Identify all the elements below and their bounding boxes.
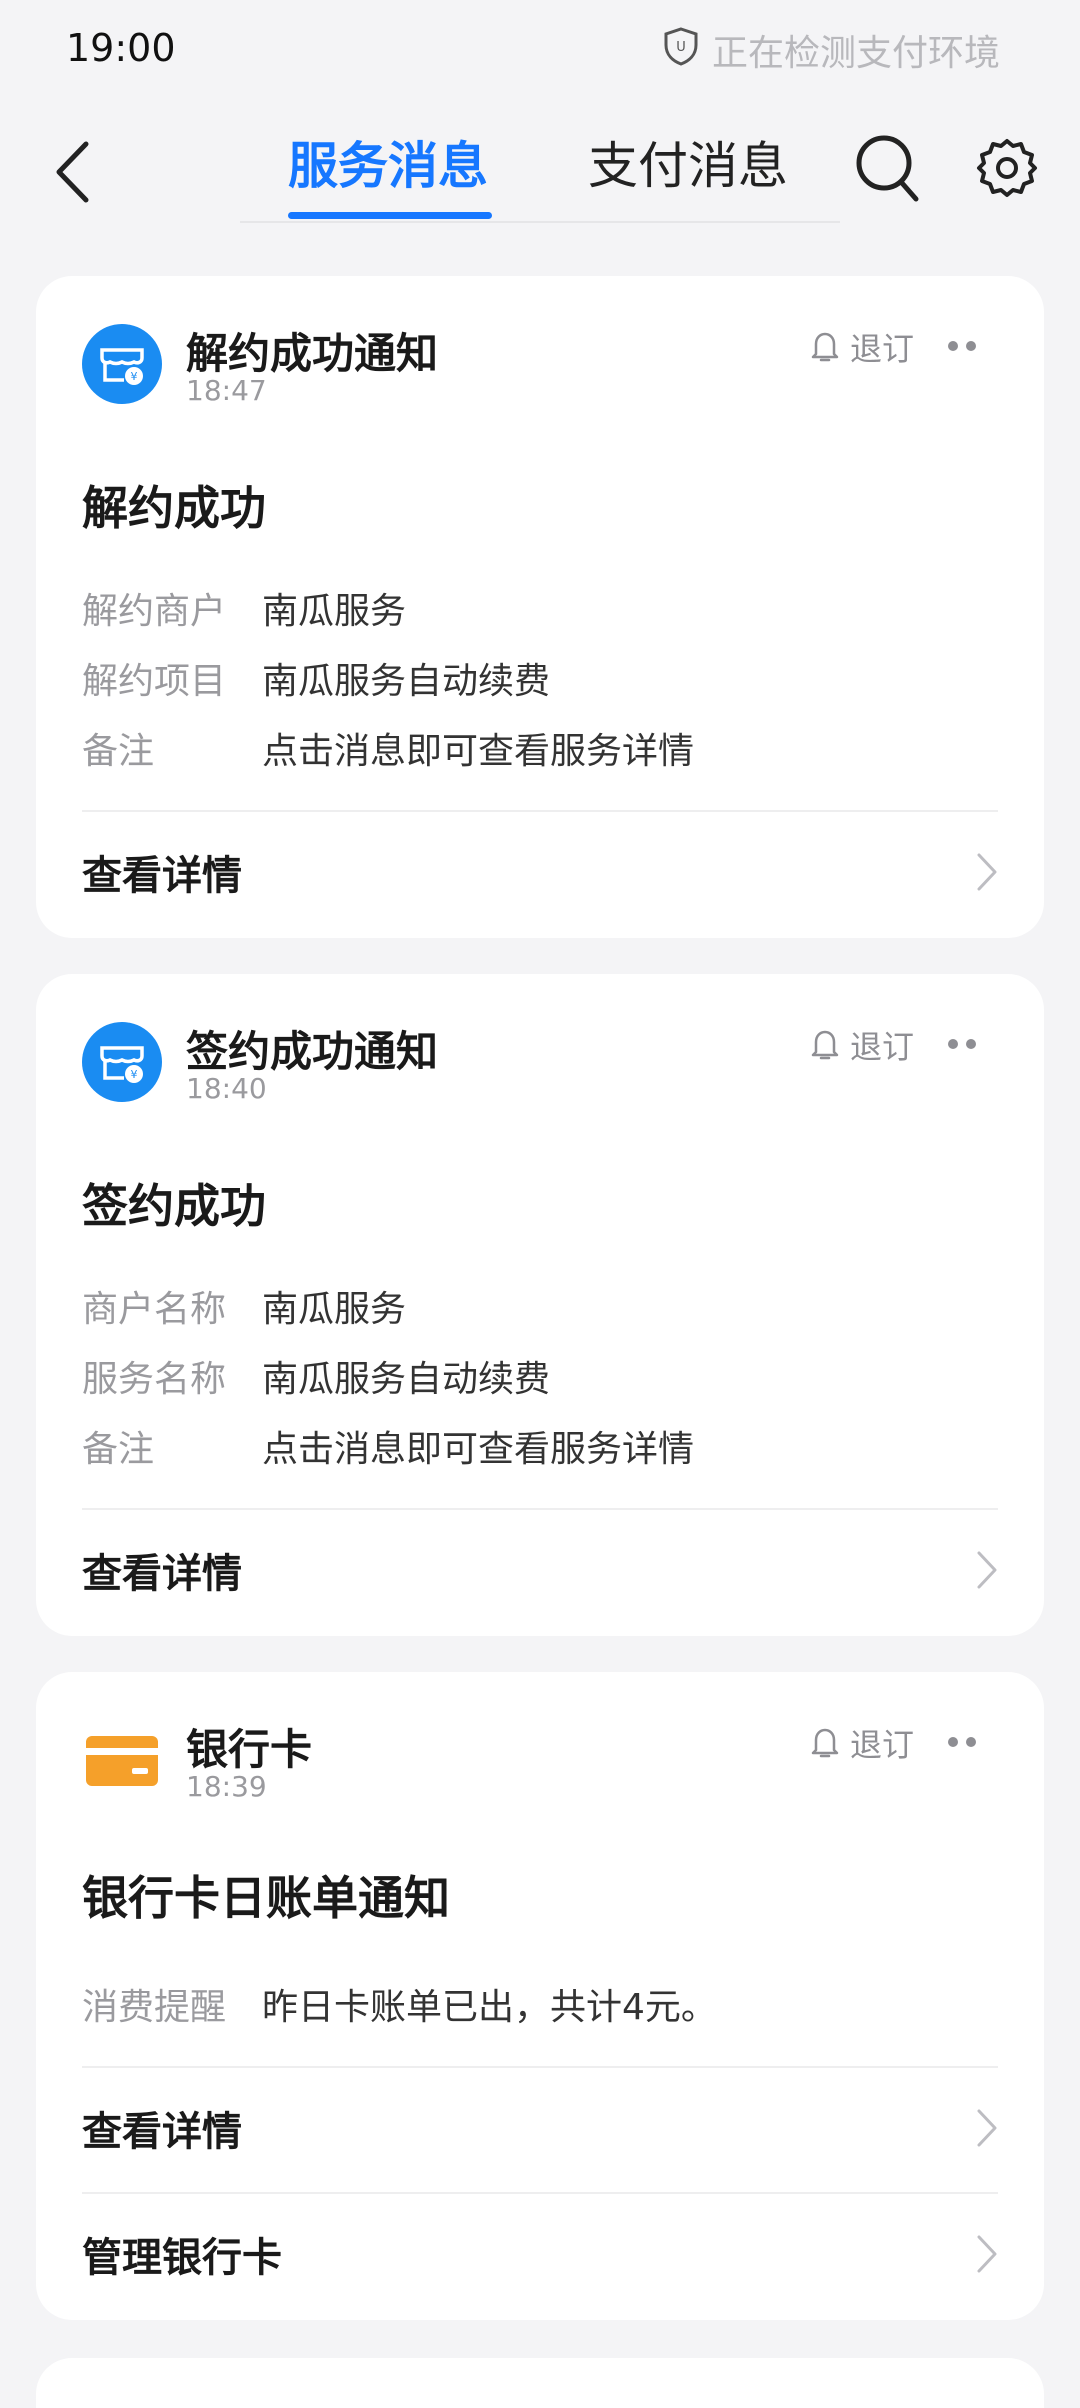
card-source-name: 银行卡 xyxy=(186,1725,313,1774)
unsubscribe-button[interactable]: 退订 xyxy=(810,1022,914,1068)
svg-text:U: U xyxy=(676,40,686,55)
field-key: 服务名称 xyxy=(82,1359,227,1400)
bell-icon xyxy=(811,1030,839,1060)
view-details-link[interactable]: 查看详情 xyxy=(82,1510,998,1630)
field-key: 解约商户 xyxy=(82,591,227,632)
tab-payment-messages[interactable]: 支付消息 xyxy=(588,126,788,206)
field-value: 点击消息即可查看服务详情 xyxy=(262,731,695,772)
field-value: 南瓜服务自动续费 xyxy=(262,661,551,702)
search-button[interactable] xyxy=(852,128,922,208)
chevron-left-icon xyxy=(56,141,89,203)
card-timestamp: 18:47 xyxy=(186,374,267,407)
manage-bank-card-link[interactable]: 管理银行卡 xyxy=(82,2194,998,2314)
field-value: 点击消息即可查看服务详情 xyxy=(262,1429,695,1470)
service-logo-icon: ¥ xyxy=(82,1022,162,1102)
shield-icon: U xyxy=(662,26,700,75)
message-card-partial[interactable] xyxy=(36,2358,1044,2408)
more-icon xyxy=(948,1737,958,1747)
top-nav: 服务消息 支付消息 xyxy=(0,110,1080,230)
tab-divider xyxy=(240,221,840,223)
service-logo-icon: ¥ xyxy=(82,324,162,404)
message-card-bank-card[interactable]: 银行卡 18:39 退订 银行卡日账单通知 消费提醒 昨日卡账单已出，共计4元。 … xyxy=(36,1672,1044,2320)
status-time: 19:00 xyxy=(66,26,176,70)
bell-icon xyxy=(811,332,839,362)
card-timestamp: 18:40 xyxy=(186,1072,267,1105)
more-icon xyxy=(948,341,958,351)
chevron-right-icon xyxy=(977,1551,997,1589)
svg-text:¥: ¥ xyxy=(131,1068,138,1081)
field-key: 消费提醒 xyxy=(82,1987,227,2028)
active-tab-indicator xyxy=(288,212,492,219)
back-button[interactable] xyxy=(46,132,98,212)
gear-icon xyxy=(977,139,1037,197)
view-details-link[interactable]: 查看详情 xyxy=(82,812,998,932)
field-value: 昨日卡账单已出，共计4元。 xyxy=(262,1987,717,2028)
search-icon xyxy=(856,135,919,202)
chevron-right-icon xyxy=(977,853,997,891)
card-title: 签约成功 xyxy=(82,1179,266,1233)
card-title: 解约成功 xyxy=(82,481,266,535)
more-options-button[interactable] xyxy=(940,324,984,368)
unsubscribe-label: 退订 xyxy=(849,1726,914,1764)
payment-env-status: U 正在检测支付环境 xyxy=(662,24,1000,76)
more-icon xyxy=(948,1039,958,1049)
svg-text:¥: ¥ xyxy=(131,370,138,383)
unsubscribe-label: 退订 xyxy=(849,330,914,368)
card-timestamp: 18:39 xyxy=(186,1770,267,1803)
field-row: 备注 点击消息即可查看服务详情 xyxy=(82,722,694,774)
field-key: 解约项目 xyxy=(82,661,227,702)
unsubscribe-label: 退订 xyxy=(849,1028,914,1066)
link-label: 查看详情 xyxy=(82,2109,242,2155)
bell-icon xyxy=(811,1728,839,1758)
field-row: 商户名称 南瓜服务 xyxy=(82,1280,406,1332)
field-key: 备注 xyxy=(82,1429,155,1470)
link-label: 查看详情 xyxy=(82,1551,242,1597)
card-source-name: 签约成功通知 xyxy=(186,1027,439,1076)
card-source-name: 解约成功通知 xyxy=(186,329,439,378)
field-value: 南瓜服务自动续费 xyxy=(262,1359,551,1400)
field-value: 南瓜服务 xyxy=(262,591,407,632)
chevron-right-icon xyxy=(977,2109,997,2147)
field-row: 服务名称 南瓜服务自动续费 xyxy=(82,1350,550,1402)
chevron-right-icon xyxy=(977,2235,997,2273)
field-row: 消费提醒 昨日卡账单已出，共计4元。 xyxy=(82,1978,717,2030)
unsubscribe-button[interactable]: 退订 xyxy=(810,1720,914,1766)
field-row: 解约项目 南瓜服务自动续费 xyxy=(82,652,550,704)
field-key: 商户名称 xyxy=(82,1289,227,1330)
field-key: 备注 xyxy=(82,731,155,772)
field-row: 解约商户 南瓜服务 xyxy=(82,582,406,634)
message-card-subscribe-success[interactable]: ¥ 签约成功通知 18:40 退订 签约成功 商户名称 南瓜服务 服务名称 南瓜服务… xyxy=(36,974,1044,1636)
settings-button[interactable] xyxy=(972,128,1042,208)
message-card-unsubscribe-success[interactable]: ¥ 解约成功通知 18:47 退订 解约成功 解约商户 南瓜服务 解约项目 南瓜服务… xyxy=(36,276,1044,938)
bank-card-icon xyxy=(82,1720,162,1800)
card-title: 银行卡日账单通知 xyxy=(82,1871,450,1925)
more-options-button[interactable] xyxy=(940,1720,984,1764)
link-label: 管理银行卡 xyxy=(82,2235,282,2281)
tab-service-messages[interactable]: 服务消息 xyxy=(288,126,488,206)
view-details-link[interactable]: 查看详情 xyxy=(82,2068,998,2188)
env-check-text: 正在检测支付环境 xyxy=(711,33,1000,74)
field-row: 备注 点击消息即可查看服务详情 xyxy=(82,1420,694,1472)
field-value: 南瓜服务 xyxy=(262,1289,407,1330)
status-bar: 19:00 U 正在检测支付环境 xyxy=(0,0,1080,96)
more-options-button[interactable] xyxy=(940,1022,984,1066)
unsubscribe-button[interactable]: 退订 xyxy=(810,324,914,370)
link-label: 查看详情 xyxy=(82,853,242,899)
